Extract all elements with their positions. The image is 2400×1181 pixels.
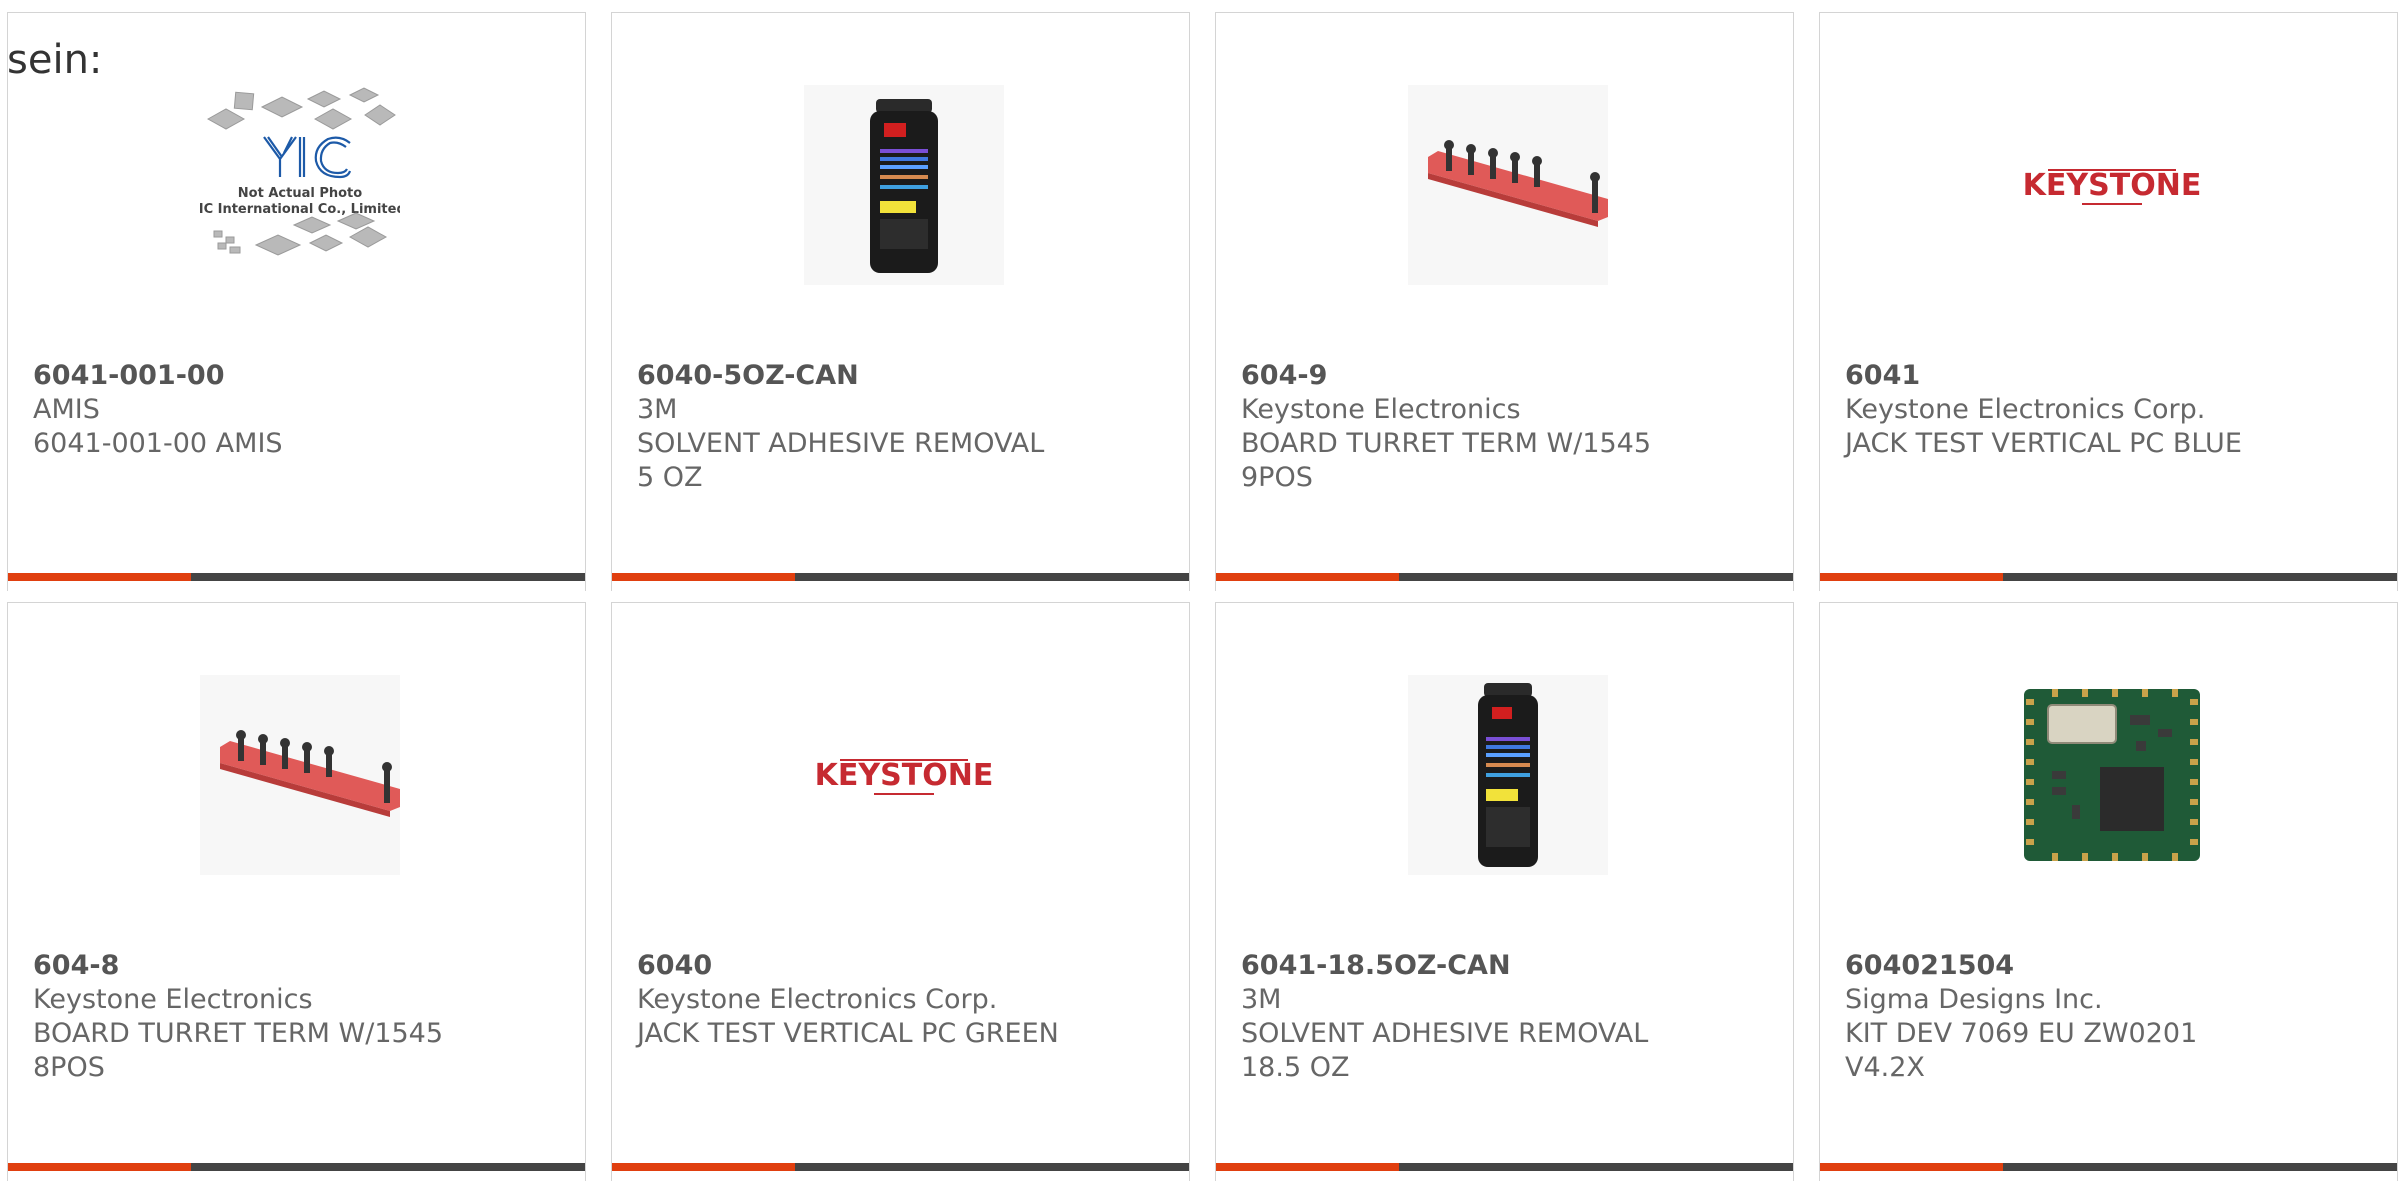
product-image-spray-can	[1408, 675, 1608, 875]
description: SOLVENT ADHESIVE REMOVAL 18.5 OZ	[1241, 1018, 1649, 1083]
part-number[interactable]: 6041	[1845, 359, 2372, 393]
part-number[interactable]: 6041-18.5OZ-CAN	[1241, 949, 1768, 983]
description: BOARD TURRET TERM W/1545 9POS	[1241, 428, 1652, 493]
product-card[interactable]: 6040-5OZ-CAN 3M SOLVENT ADHESIVE REMOVAL…	[611, 12, 1190, 591]
product-image-pcb-module	[2012, 675, 2212, 875]
manufacturer: 3M	[637, 394, 678, 425]
description: SOLVENT ADHESIVE REMOVAL 5 OZ	[637, 428, 1045, 493]
description: BOARD TURRET TERM W/1545 8POS	[33, 1018, 444, 1083]
card-footer-bar	[1216, 573, 1793, 581]
part-number[interactable]: 604021504	[1845, 949, 2372, 983]
product-image-turret-board	[200, 675, 400, 875]
description: KIT DEV 7069 EU ZW0201 V4.2X	[1845, 1018, 2198, 1083]
product-image-turret-board	[1408, 85, 1608, 285]
manufacturer: 3M	[1241, 984, 1282, 1015]
manufacturer: Sigma Designs Inc.	[1845, 984, 2103, 1015]
placeholder-caption-line1: Not Actual Photo	[238, 186, 362, 201]
part-number[interactable]: 604-9	[1241, 359, 1768, 393]
product-image-spray-can	[804, 85, 1004, 285]
description: JACK TEST VERTICAL PC BLUE	[1845, 428, 2242, 459]
product-image-keystone-logo: KEYSTONE	[804, 675, 1004, 875]
part-number[interactable]: 6041-001-00	[33, 359, 560, 393]
manufacturer: AMIS	[33, 394, 100, 425]
page-label: sein:	[7, 37, 103, 83]
description: 6041-001-00 AMIS	[33, 428, 283, 459]
keystone-logo-text: KEYSTONE	[2023, 168, 2202, 203]
card-footer-bar	[1820, 1163, 2397, 1171]
card-footer-bar	[612, 1163, 1189, 1171]
card-footer-bar	[1820, 573, 2397, 581]
manufacturer: Keystone Electronics	[1241, 394, 1521, 425]
card-footer-bar	[1216, 1163, 1793, 1171]
part-number[interactable]: 6040-5OZ-CAN	[637, 359, 1164, 393]
placeholder-caption-line2: YIC International Co., Limited.	[200, 202, 400, 217]
product-card[interactable]: 604-9 Keystone Electronics BOARD TURRET …	[1215, 12, 1794, 591]
product-image-placeholder: Not Actual Photo YIC International Co., …	[200, 85, 400, 285]
part-number[interactable]: 604-8	[33, 949, 560, 983]
keystone-logo-text: KEYSTONE	[815, 758, 994, 793]
product-card[interactable]: 604021504 Sigma Designs Inc. KIT DEV 706…	[1819, 602, 2398, 1181]
card-footer-bar	[8, 1163, 585, 1171]
product-card[interactable]: Not Actual Photo YIC International Co., …	[7, 12, 586, 591]
product-card[interactable]: 6041-18.5OZ-CAN 3M SOLVENT ADHESIVE REMO…	[1215, 602, 1794, 1181]
manufacturer: Keystone Electronics Corp.	[637, 984, 998, 1015]
product-card[interactable]: 604-8 Keystone Electronics BOARD TURRET …	[7, 602, 586, 1181]
manufacturer: Keystone Electronics	[33, 984, 313, 1015]
card-footer-bar	[612, 573, 1189, 581]
description: JACK TEST VERTICAL PC GREEN	[637, 1018, 1059, 1049]
product-card[interactable]: KEYSTONE 6041 Keystone Electronics Corp.…	[1819, 12, 2398, 591]
part-number[interactable]: 6040	[637, 949, 1164, 983]
manufacturer: Keystone Electronics Corp.	[1845, 394, 2206, 425]
product-image-keystone-logo: KEYSTONE	[2012, 85, 2212, 285]
product-card[interactable]: KEYSTONE 6040 Keystone Electronics Corp.…	[611, 602, 1190, 1181]
card-footer-bar	[8, 573, 585, 581]
